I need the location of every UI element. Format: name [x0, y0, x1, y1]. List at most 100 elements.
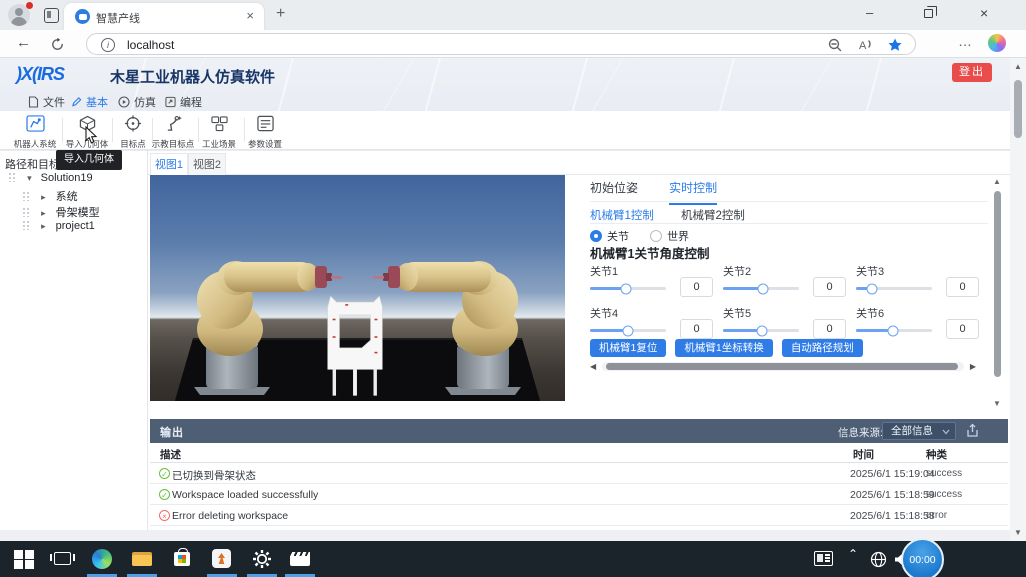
tray-expand-icon[interactable]: ⌃	[848, 547, 858, 561]
task-view-icon[interactable]	[54, 549, 74, 569]
output-row[interactable]: ✓ 已切换到骨架状态 2025/6/1 15:19:04 success	[150, 463, 1008, 484]
joint2-slider[interactable]	[723, 287, 799, 290]
drag-handle-icon[interactable]	[22, 207, 29, 217]
menu-tab-basic[interactable]: 基本	[71, 92, 108, 111]
tab-arm1-control[interactable]: 机械臂1控制	[590, 207, 654, 223]
joint5-input[interactable]	[813, 319, 846, 339]
network-globe-icon[interactable]	[870, 551, 887, 568]
output-row[interactable]: × Error deleting workspace 2025/6/1 15:1…	[150, 505, 1008, 526]
robot-arm-right[interactable]	[369, 245, 551, 397]
caret-down-icon[interactable]: ▾	[27, 173, 32, 183]
file-explorer-icon[interactable]	[132, 549, 152, 569]
joint2-input[interactable]	[813, 277, 846, 297]
tree-item-solution[interactable]: ▾ Solution19	[8, 172, 93, 188]
tab-arm2-control[interactable]: 机械臂2控制	[681, 207, 745, 223]
active-app-indicator	[87, 574, 117, 577]
scroll-up-icon[interactable]: ▲	[1014, 62, 1022, 71]
output-row[interactable]: ✓ Workspace loaded successfully 2025/6/1…	[150, 484, 1008, 505]
tab-initial-pose[interactable]: 初始位姿	[590, 179, 638, 203]
drag-handle-icon[interactable]	[22, 191, 29, 201]
drag-handle-icon[interactable]	[22, 220, 29, 230]
viewport-3d[interactable]	[150, 175, 565, 401]
tree-item-skeleton-model[interactable]: ▸ 骨架模型	[22, 204, 100, 220]
slider-thumb[interactable]	[620, 283, 631, 294]
window-close-button[interactable]: ×	[980, 5, 988, 21]
slider-thumb[interactable]	[756, 325, 767, 336]
slider-thumb[interactable]	[888, 325, 899, 336]
menu-tab-simulation[interactable]: 仿真	[118, 92, 156, 111]
browser-tab[interactable]: 智慧产线 ×	[64, 3, 264, 30]
joint4-input[interactable]	[680, 319, 713, 339]
address-input[interactable]: i localhost A	[86, 33, 916, 55]
settings-gear-icon[interactable]	[252, 549, 272, 569]
read-aloud-icon[interactable]: A	[857, 37, 873, 53]
pinned-app-icon[interactable]	[212, 549, 232, 569]
video-editor-icon[interactable]	[290, 549, 310, 569]
zoom-out-icon[interactable]	[827, 37, 843, 53]
joint1-input[interactable]	[680, 277, 713, 297]
logout-button[interactable]: 登出	[952, 63, 992, 82]
tree-item-system[interactable]: ▸ 系统	[22, 188, 78, 204]
toolbar-industrial-scene[interactable]: 工业场景	[196, 114, 242, 147]
tree-item-project1[interactable]: ▸ project1	[22, 220, 95, 236]
auto-path-planning-button[interactable]: 自动路径规划	[782, 339, 863, 357]
joint1-slider[interactable]	[590, 287, 666, 290]
panel-vertical-scrollbar[interactable]: ▲ ▼	[992, 177, 1004, 409]
joint3-slider[interactable]	[856, 287, 932, 290]
start-button[interactable]	[14, 549, 34, 569]
back-button[interactable]: ←	[16, 34, 31, 51]
joint4-slider[interactable]	[590, 329, 666, 332]
joint3-input[interactable]	[946, 277, 979, 297]
caret-right-icon[interactable]: ▸	[41, 208, 46, 218]
export-icon[interactable]	[966, 423, 979, 438]
recording-timer-badge[interactable]: 00:00	[901, 538, 944, 577]
new-tab-button[interactable]: +	[276, 5, 285, 23]
window-minimize-button[interactable]: –	[866, 5, 873, 20]
caret-right-icon[interactable]: ▸	[41, 221, 46, 231]
refresh-icon[interactable]	[50, 37, 65, 52]
radio-joint[interactable]: 关节	[590, 228, 629, 244]
copilot-icon[interactable]	[988, 34, 1006, 52]
browser-menu-icon[interactable]: …	[958, 33, 973, 49]
panel-horizontal-scrollbar[interactable]: ◀ ▶	[590, 361, 976, 373]
joint6-slider[interactable]	[856, 329, 932, 332]
joint5-slider[interactable]	[723, 329, 799, 332]
favorite-star-icon[interactable]	[887, 37, 903, 53]
menu-tab-file[interactable]: 文件	[28, 92, 65, 111]
scroll-right-icon[interactable]: ▶	[970, 362, 976, 371]
toolbar-parameter-settings[interactable]: 参数设置	[242, 114, 288, 147]
scrollbar-thumb[interactable]	[994, 191, 1001, 377]
workpiece-frame[interactable]	[318, 291, 392, 399]
slider-thumb[interactable]	[866, 283, 877, 294]
scrollbar-thumb[interactable]	[606, 363, 958, 370]
tab-actions-icon[interactable]	[44, 8, 59, 23]
scroll-left-icon[interactable]: ◀	[590, 362, 596, 371]
arm1-reset-button[interactable]: 机械臂1复位	[590, 339, 666, 357]
tab-view1[interactable]: 视图1	[150, 153, 188, 175]
source-dropdown[interactable]: 全部信息	[882, 422, 956, 440]
tab-close-icon[interactable]: ×	[246, 9, 254, 23]
site-info-icon[interactable]: i	[101, 38, 115, 52]
menu-tab-programming[interactable]: 编程	[165, 92, 202, 111]
edge-taskbar-icon[interactable]	[92, 549, 112, 569]
scroll-down-icon[interactable]: ▼	[1014, 528, 1022, 537]
toolbar-teach-target[interactable]: 示教目标点	[150, 114, 196, 147]
scrollbar-track[interactable]	[602, 362, 964, 371]
slider-thumb[interactable]	[757, 283, 768, 294]
store-icon[interactable]	[172, 549, 192, 569]
toolbar-robot-system[interactable]: 机器人系统	[12, 114, 58, 147]
page-scrollbar[interactable]: ▲ ▼	[1010, 58, 1026, 541]
scrollbar-thumb[interactable]	[1014, 80, 1022, 138]
window-restore-button[interactable]	[924, 9, 933, 18]
slider-thumb[interactable]	[623, 325, 634, 336]
radio-world[interactable]: 世界	[650, 228, 689, 244]
joint6-input[interactable]	[946, 319, 979, 339]
arm1-coordinate-convert-button[interactable]: 机械臂1坐标转换	[675, 339, 772, 357]
scroll-down-icon[interactable]: ▼	[993, 399, 1001, 408]
widgets-icon[interactable]	[814, 551, 833, 566]
scroll-up-icon[interactable]: ▲	[993, 177, 1001, 186]
caret-right-icon[interactable]: ▸	[41, 192, 46, 202]
tab-view2[interactable]: 视图2	[188, 153, 226, 175]
drag-handle-icon[interactable]	[8, 172, 15, 182]
divider	[590, 201, 988, 202]
